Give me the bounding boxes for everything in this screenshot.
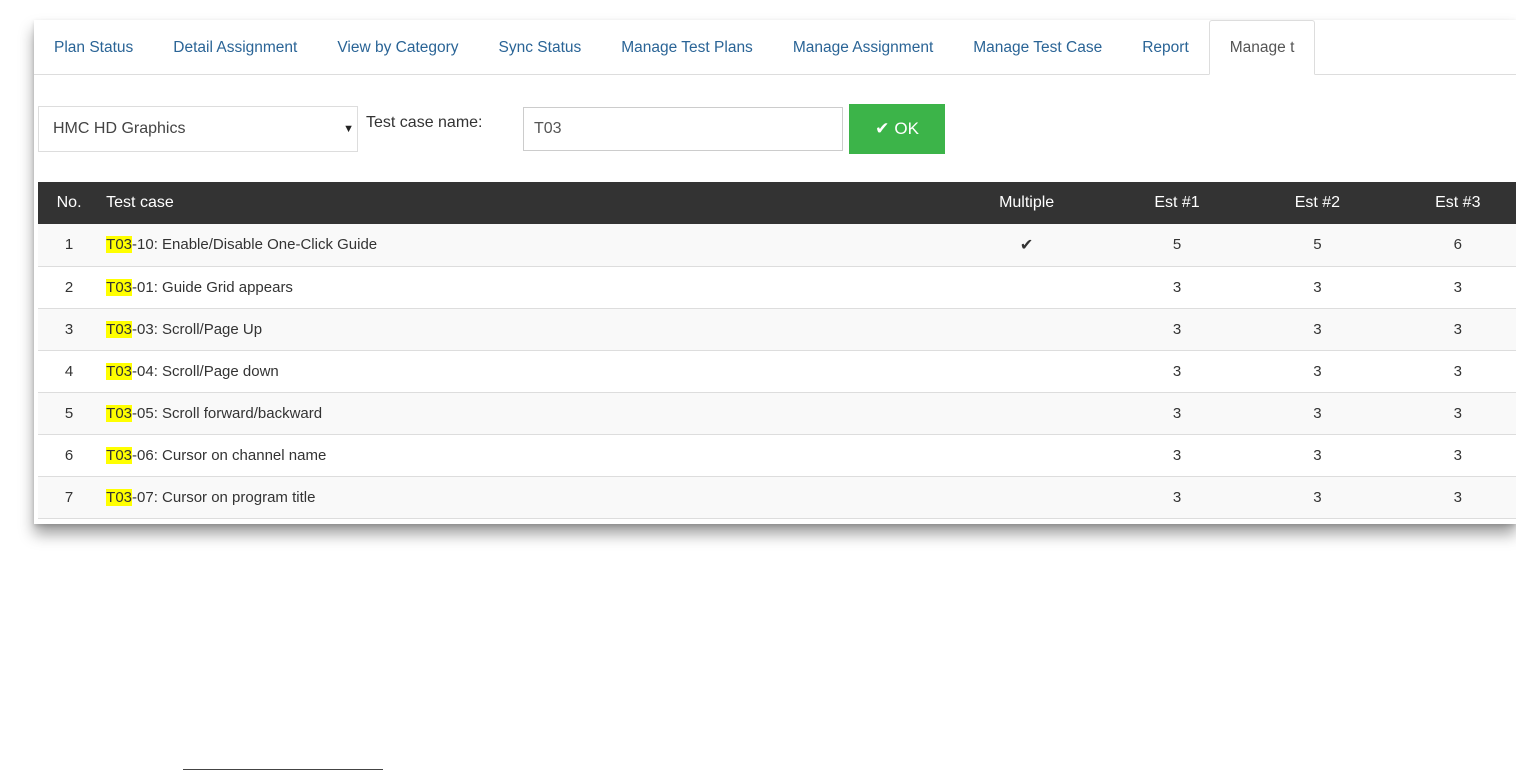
tab-detail-assignment[interactable]: Detail Assignment	[153, 21, 317, 74]
match-highlight: T03	[106, 236, 133, 254]
row-number: 7	[64, 488, 74, 506]
tab-manage-assignment[interactable]: Manage Assignment	[773, 21, 953, 74]
est1-cell: 3	[1172, 488, 1182, 506]
test-case-name-input[interactable]	[523, 107, 843, 151]
multiple-cell	[946, 434, 1106, 476]
multiple-cell	[946, 308, 1106, 350]
tab-sync-status[interactable]: Sync Status	[479, 21, 602, 74]
header-est3: Est #3	[1435, 194, 1481, 211]
table-row[interactable]: 7 T03-07: Cursor on program title 3 3 3	[38, 476, 1516, 518]
tab-bar: Plan Status Detail Assignment View by Ca…	[34, 20, 1516, 75]
match-highlight: T03	[106, 320, 133, 338]
test-case-table: No. Test case Multiple Est #1 Est #2 Est…	[38, 182, 1516, 519]
ok-button-label: OK	[894, 119, 919, 138]
test-case-name[interactable]: T03-05: Scroll forward/backward	[100, 392, 946, 434]
row-number: 3	[64, 320, 74, 338]
tab-report[interactable]: Report	[1122, 21, 1209, 74]
table-row[interactable]: 4 T03-04: Scroll/Page down 3 3 3	[38, 350, 1516, 392]
match-highlight: T03	[106, 488, 133, 506]
row-number: 2	[64, 278, 74, 296]
table-row[interactable]: 5 T03-05: Scroll forward/backward 3 3 3	[38, 392, 1516, 434]
match-highlight: T03	[106, 446, 133, 464]
est2-cell: 3	[1313, 404, 1322, 422]
header-test-case: Test case	[106, 194, 174, 211]
multiple-cell	[946, 266, 1106, 308]
match-highlight: T03	[106, 278, 133, 296]
est3-cell: 3	[1453, 320, 1462, 338]
est2-cell: 3	[1313, 362, 1322, 380]
test-case-title: -06: Cursor on channel name	[132, 446, 327, 464]
est1-cell: 3	[1172, 278, 1182, 296]
header-est1: Est #1	[1154, 194, 1200, 211]
header-no: No.	[56, 194, 82, 211]
test-case-title: -10: Enable/Disable One-Click Guide	[132, 236, 378, 254]
table-header-row: No. Test case Multiple Est #1 Est #2 Est…	[38, 182, 1516, 224]
table-body: 1 T03-10: Enable/Disable One-Click Guide ✔…	[38, 224, 1516, 518]
est1-cell: 3	[1172, 446, 1182, 464]
test-case-name[interactable]: T03-06: Cursor on channel name	[100, 434, 946, 476]
test-case-title: -05: Scroll forward/backward	[132, 404, 323, 422]
header-multiple: Multiple	[999, 194, 1055, 211]
est3-cell: 3	[1453, 404, 1462, 422]
product-select[interactable]: HMC HD Graphics ▼	[38, 106, 358, 152]
ok-button[interactable]: ✔ OK	[849, 104, 945, 154]
multiple-cell	[946, 350, 1106, 392]
row-number: 5	[64, 404, 74, 422]
test-case-name[interactable]: T03-04: Scroll/Page down	[100, 350, 946, 392]
est1-cell: 3	[1172, 404, 1182, 422]
tab-manage-active[interactable]: Manage t	[1208, 20, 1316, 75]
est2-cell: 3	[1313, 488, 1322, 506]
row-number: 4	[64, 362, 74, 380]
multiple-cell	[946, 392, 1106, 434]
check-icon: ✔	[875, 119, 890, 138]
test-case-title: -04: Scroll/Page down	[132, 362, 279, 380]
match-highlight: T03	[106, 362, 133, 380]
est3-cell: 6	[1453, 236, 1462, 254]
table-row[interactable]: 1 T03-10: Enable/Disable One-Click Guide ✔…	[38, 224, 1516, 266]
divider-line	[183, 769, 383, 770]
test-case-name[interactable]: T03-10: Enable/Disable One-Click Guide	[100, 224, 946, 266]
test-case-title: -03: Scroll/Page Up	[132, 320, 263, 338]
test-case-name-label: Test case name:	[366, 114, 483, 131]
table-row[interactable]: 3 T03-03: Scroll/Page Up 3 3 3	[38, 308, 1516, 350]
multiple-cell	[946, 476, 1106, 518]
est2-cell: 3	[1313, 446, 1322, 464]
est2-cell: 3	[1313, 320, 1322, 338]
product-select-value: HMC HD Graphics	[53, 120, 186, 137]
est2-cell: 3	[1313, 278, 1322, 296]
test-case-name[interactable]: T03-07: Cursor on program title	[100, 476, 946, 518]
est3-cell: 3	[1453, 446, 1462, 464]
filter-toolbar: HMC HD Graphics ▼ Test case name: ✔ OK	[38, 104, 1516, 154]
checkmark-icon: ✔	[1019, 236, 1034, 254]
row-number: 6	[64, 446, 74, 464]
multiple-cell: ✔	[946, 224, 1106, 266]
tab-view-by-category[interactable]: View by Category	[317, 21, 478, 74]
table-row[interactable]: 2 T03-01: Guide Grid appears 3 3 3	[38, 266, 1516, 308]
chevron-down-icon: ▼	[343, 123, 354, 135]
match-highlight: T03	[106, 404, 133, 422]
header-est2: Est #2	[1294, 194, 1341, 211]
tab-manage-test-case[interactable]: Manage Test Case	[953, 21, 1122, 74]
est2-cell: 5	[1313, 236, 1322, 254]
test-case-title: -01: Guide Grid appears	[132, 278, 293, 296]
table-row[interactable]: 6 T03-06: Cursor on channel name 3 3 3	[38, 434, 1516, 476]
est3-cell: 3	[1453, 278, 1462, 296]
test-case-name[interactable]: T03-01: Guide Grid appears	[100, 266, 946, 308]
est1-cell: 3	[1172, 362, 1182, 380]
est3-cell: 3	[1453, 362, 1462, 380]
test-case-title: -07: Cursor on program title	[132, 488, 316, 506]
test-case-name[interactable]: T03-03: Scroll/Page Up	[100, 308, 946, 350]
est1-cell: 5	[1172, 236, 1182, 254]
tab-manage-test-plans[interactable]: Manage Test Plans	[601, 21, 773, 74]
est1-cell: 3	[1172, 320, 1182, 338]
tab-plan-status[interactable]: Plan Status	[34, 21, 153, 74]
est3-cell: 3	[1453, 488, 1462, 506]
row-number: 1	[64, 236, 74, 254]
main-panel: Plan Status Detail Assignment View by Ca…	[34, 20, 1516, 524]
